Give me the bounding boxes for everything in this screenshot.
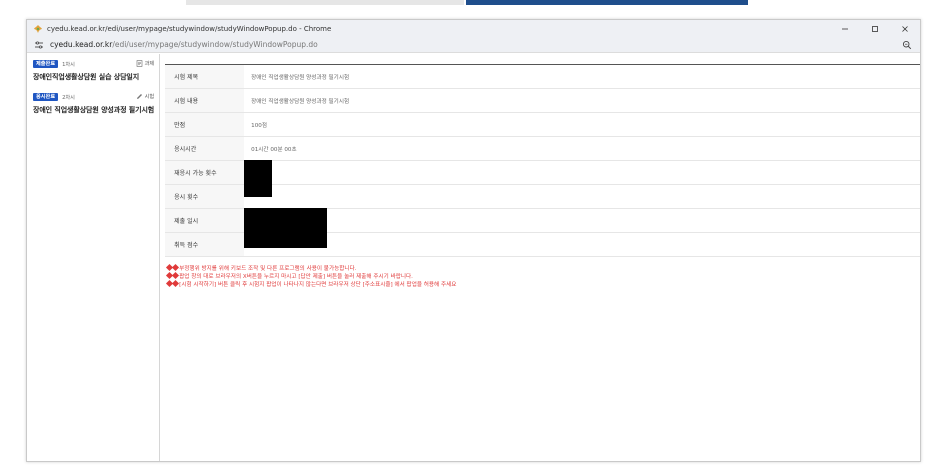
- table-row: 취득 점수: [165, 232, 920, 257]
- table-row: 응시 횟수: [165, 179, 920, 209]
- lesson-sidebar: 제출완료 1차시 과제 장애인직업생활상담원 실습 상담일지 응시완료 2차시 …: [27, 54, 161, 461]
- row-value: 장애인 직업생활상담원 양성과정 필기시험: [251, 74, 350, 81]
- sidebar-item-title: 장애인 직업생활상담원 양성과정 필기시험: [33, 106, 155, 114]
- sidebar-item-assignment[interactable]: 제출완료 1차시 과제 장애인직업생활상담원 실습 상담일지: [27, 59, 159, 82]
- url-path: /edi/user/mypage/studywindow/studyWindow…: [112, 40, 318, 49]
- notice-item: 부정행위 방지를 위해 키보드 조작 및 다른 프로그램의 사용이 불가능합니다…: [166, 263, 920, 273]
- pencil-icon: [136, 94, 142, 99]
- exam-info-panel: 시험 제목 장애인 직업생활상담원 양성과정 필기시험 시험 내용 장애인 직업…: [160, 54, 920, 461]
- sidebar-item-header: 제출완료 1차시 과제: [33, 59, 154, 69]
- document-icon: [136, 60, 142, 67]
- site-settings-icon[interactable]: [33, 39, 45, 51]
- background-blue-bar: [466, 0, 748, 5]
- row-value: 장애인 직업생활상담원 양성과정 필기시험: [251, 98, 350, 105]
- table-row: 재응시 가능 횟수: [165, 160, 920, 190]
- row-label: 재응시 가능 횟수: [165, 160, 245, 185]
- notice-text: 팝업 창의 대로 브라우저의 X버튼을 누르지 마시고 [답안 제출] 버튼을 …: [179, 274, 413, 280]
- background-strip: [0, 0, 936, 12]
- row-value: 100점: [251, 122, 267, 129]
- item-type-label: 과제: [144, 61, 155, 67]
- table-row: 시험 제목 장애인 직업생활상담원 양성과정 필기시험: [165, 64, 920, 89]
- url-host: cyedu.kead.or.kr: [50, 40, 113, 49]
- table-row: 만점 100점: [165, 112, 920, 137]
- row-value: [244, 160, 920, 190]
- session-count: 1차시: [62, 61, 75, 68]
- table-row: 시험 내용 장애인 직업생활상담원 양성과정 필기시험: [165, 88, 920, 113]
- row-value: [244, 179, 920, 209]
- item-type: 시험: [136, 93, 155, 100]
- sidebar-item-header: 응시완료 2차시 시험: [33, 92, 154, 102]
- row-label: 응시시간: [165, 136, 245, 161]
- row-label: 응시 횟수: [165, 184, 245, 209]
- background-gray-bar: [186, 0, 464, 5]
- table-row: 제출 일시: [165, 208, 920, 248]
- sidebar-item-title: 장애인직업생활상담원 실습 상담일지: [33, 73, 140, 81]
- address-bar[interactable]: cyedu.kead.or.kr/edi/user/mypage/studywi…: [27, 37, 920, 53]
- close-icon: [902, 25, 908, 32]
- row-value: [244, 233, 920, 257]
- row-label: 취득 점수: [165, 232, 245, 257]
- row-label: 시험 제목: [165, 64, 245, 89]
- row-value: 01시간 00분 00초: [251, 146, 297, 153]
- zoom-icon[interactable]: [901, 39, 912, 50]
- maximize-button[interactable]: [860, 20, 890, 37]
- minimize-button[interactable]: [830, 20, 860, 37]
- sidebar-item-exam[interactable]: 응시완료 2차시 시험 장애인 직업생활상담원 양성과정 필기시험: [27, 92, 159, 115]
- notice-list: 부정행위 방지를 위해 키보드 조작 및 다른 프로그램의 사용이 불가능합니다…: [165, 263, 920, 289]
- page-content: 제출완료 1차시 과제 장애인직업생활상담원 실습 상담일지 응시완료 2차시 …: [27, 54, 920, 461]
- window-title: cyedu.kead.or.kr/edi/user/mypage/studywi…: [47, 24, 332, 33]
- close-button[interactable]: [890, 20, 920, 37]
- popup-window: cyedu.kead.or.kr/edi/user/mypage/studywi…: [26, 19, 921, 462]
- redacted-block: [244, 179, 273, 197]
- notice-item: 팝업 창의 대로 브라우저의 X버튼을 누르지 마시고 [답안 제출] 버튼을 …: [166, 271, 920, 281]
- row-value: [244, 208, 920, 248]
- notice-text: 부정행위 방지를 위해 키보드 조작 및 다른 프로그램의 사용이 불가능합니다…: [179, 266, 357, 272]
- site-favicon-icon: [33, 24, 43, 34]
- title-bar[interactable]: cyedu.kead.or.kr/edi/user/mypage/studywi…: [27, 20, 920, 37]
- item-type-label: 시험: [144, 94, 155, 100]
- notice-item: [시험 시작하기] 버튼 클릭 후 시험지 팝업이 나타나지 않는다면 브라우저…: [166, 279, 920, 289]
- status-badge: 제출완료: [33, 60, 59, 68]
- row-label: 제출 일시: [165, 208, 245, 233]
- notice-text: [시험 시작하기] 버튼 클릭 후 시험지 팝업이 나타나지 않는다면 브라우저…: [179, 282, 457, 288]
- item-type: 과제: [136, 60, 155, 67]
- table-row: 응시시간 01시간 00분 00초: [165, 136, 920, 161]
- status-badge: 응시완료: [33, 93, 59, 101]
- url-text[interactable]: cyedu.kead.or.kr/edi/user/mypage/studywi…: [50, 40, 318, 49]
- row-label: 시험 내용: [165, 88, 245, 113]
- exam-info-table: 시험 제목 장애인 직업생활상담원 양성과정 필기시험 시험 내용 장애인 직업…: [165, 64, 920, 257]
- session-count: 2차시: [62, 94, 75, 101]
- row-label: 만점: [165, 112, 245, 137]
- window-controls: [830, 20, 920, 37]
- maximize-icon: [872, 25, 878, 32]
- minimize-icon: [842, 28, 848, 29]
